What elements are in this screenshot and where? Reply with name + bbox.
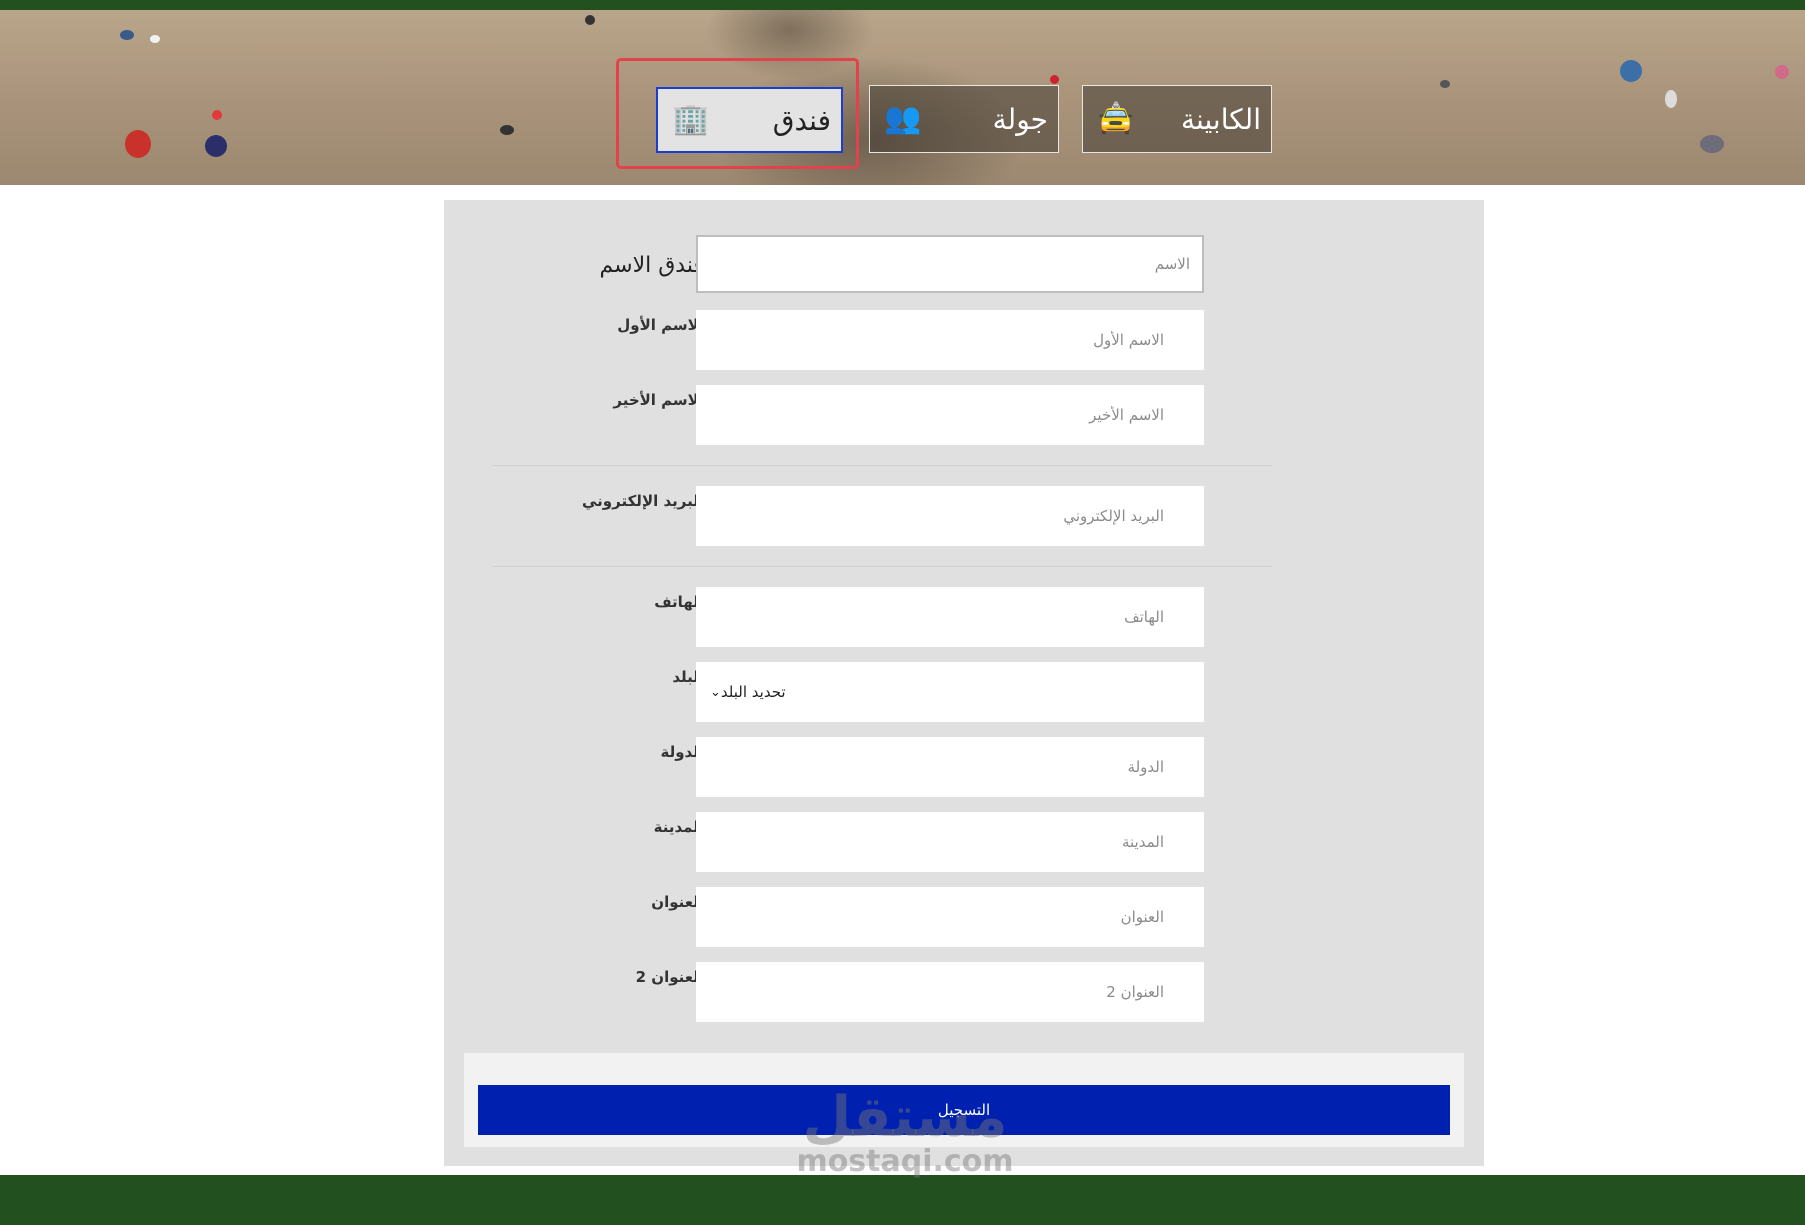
address-label: العنوان	[651, 893, 704, 911]
registration-form: فندق الاسم الاسم الأول الاسم الأخير البر…	[444, 200, 1484, 1166]
address2-label: العنوان 2	[635, 968, 704, 986]
last-name-label: الاسم الأخير	[613, 391, 704, 409]
email-label: البريد الإلكتروني	[582, 492, 704, 510]
first-name-label: الاسم الأول	[617, 316, 704, 334]
country-select-value: تحديد البلد	[720, 683, 786, 701]
email-input[interactable]	[696, 486, 1204, 546]
tour-group-icon: 👥	[884, 101, 922, 136]
state-input[interactable]	[696, 737, 1204, 797]
tab-cabin[interactable]: الكابينة 🚖	[1082, 85, 1272, 153]
tab-cabin-label: الكابينة	[1180, 102, 1261, 136]
footer-green-bar	[0, 1175, 1805, 1225]
state-label: الدولة	[660, 743, 705, 761]
city-input[interactable]	[696, 812, 1204, 872]
section-divider	[492, 566, 1272, 567]
tab-tour-label: جولة	[992, 102, 1048, 136]
register-button[interactable]: التسجيل	[478, 1085, 1450, 1135]
last-name-input[interactable]	[696, 385, 1204, 445]
tab-tour[interactable]: جولة 👥	[869, 85, 1059, 153]
address2-input[interactable]	[696, 962, 1204, 1022]
country-select[interactable]: تحديد البلد ⌄	[696, 662, 1204, 722]
first-name-input[interactable]	[696, 310, 1204, 370]
hotel-name-label: فندق الاسم	[599, 253, 705, 278]
chevron-down-icon: ⌄	[710, 684, 721, 700]
taxi-icon: 🚖	[1097, 101, 1135, 136]
phone-label: الهاتف	[654, 593, 704, 611]
hotel-building-icon: 🏢	[672, 102, 710, 137]
country-label: البلد	[672, 668, 704, 686]
tab-hotel-label: فندق	[772, 103, 831, 137]
top-green-bar	[0, 0, 1805, 10]
tab-hotel[interactable]: فندق 🏢	[656, 87, 843, 153]
submit-area: التسجيل	[464, 1053, 1464, 1147]
city-label: المدينة	[653, 818, 704, 836]
address-input[interactable]	[696, 887, 1204, 947]
phone-input[interactable]	[696, 587, 1204, 647]
section-divider	[492, 465, 1272, 466]
hotel-name-input[interactable]	[696, 235, 1204, 293]
